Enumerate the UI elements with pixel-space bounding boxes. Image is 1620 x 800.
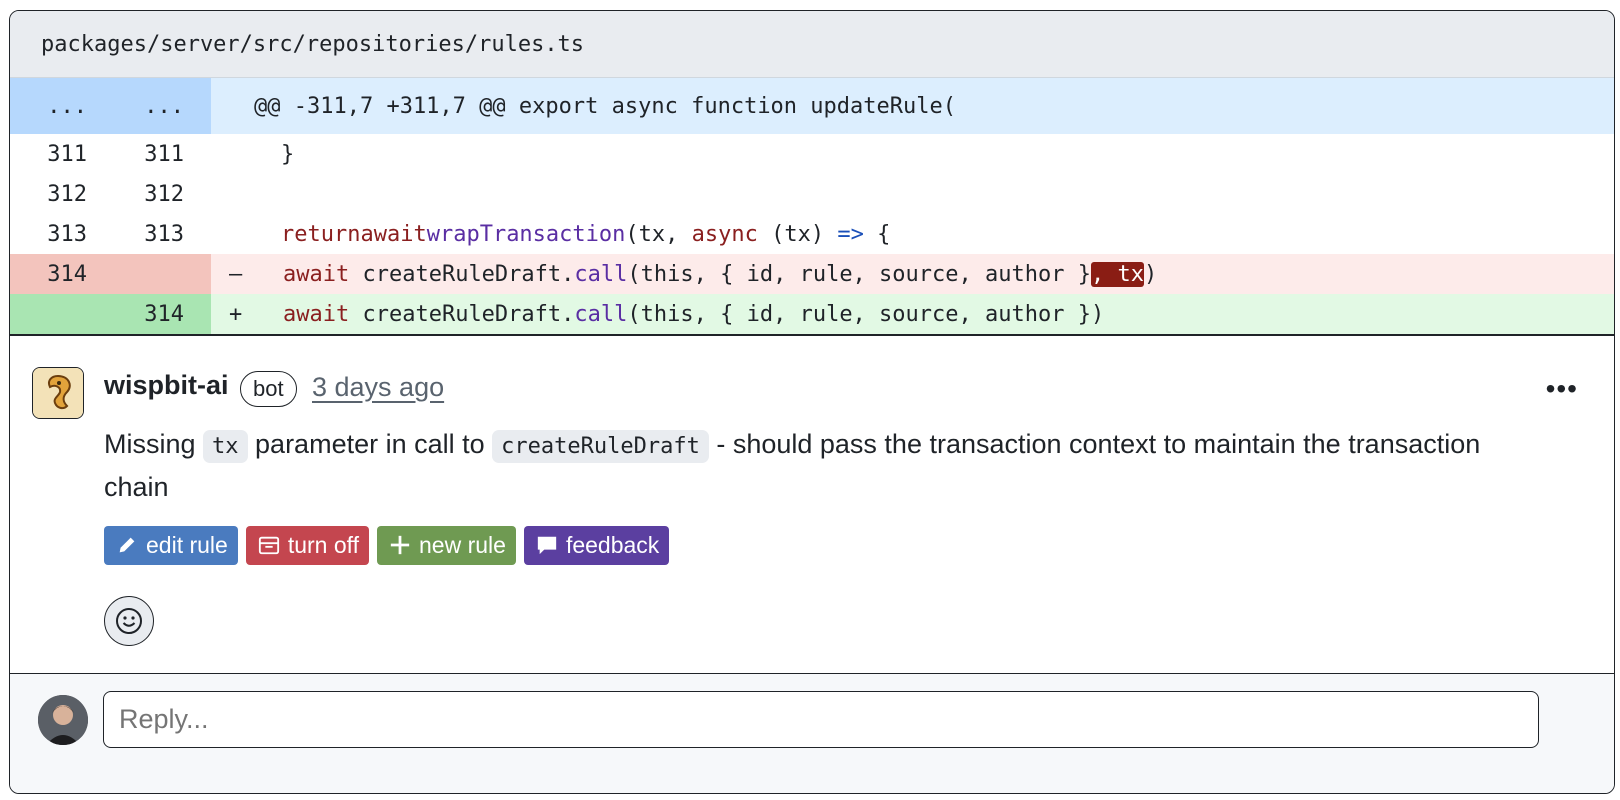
comment-actions: edit rule turn off new rule feedback [104,525,670,565]
hunk-expand-new[interactable]: ... [87,94,184,119]
edit-rule-button[interactable]: edit rule [104,525,238,565]
turn-off-button[interactable]: turn off [245,525,370,565]
feedback-button[interactable]: feedback [523,525,670,565]
diff-view: ... ... @@ -311,7 +311,7 @@ export async… [10,78,1614,334]
comment-body: Missing tx parameter in call to createRu… [104,428,1481,502]
comment-timestamp[interactable]: 3 days ago [312,372,444,403]
removed-token-highlight: , tx [1090,261,1144,287]
old-line-number[interactable]: 314 [10,262,87,287]
hunk-expand-old[interactable]: ... [10,94,87,119]
bot-badge: bot [240,370,297,407]
code-line: + await createRuleDraft. call (this, { id, … [211,294,1614,334]
more-options-icon[interactable]: ••• [1546,373,1578,405]
add-reaction-button[interactable] [104,595,154,646]
reply-input[interactable] [103,691,1539,748]
new-rule-button[interactable]: new rule [377,525,516,565]
plus-icon [390,535,410,555]
hunk-header-row: ... ... @@ -311,7 +311,7 @@ export async… [10,78,1614,134]
diff-line-added: 314 + await createRuleDraft. call (this, { … [10,294,1614,334]
comment-author[interactable]: wispbit-ai [104,370,229,401]
archive-icon [258,536,279,555]
pencil-icon [119,537,135,553]
code-line: } [281,141,295,167]
hunk-gutter[interactable]: ... ... [10,78,211,134]
addition-sign: + [229,301,243,327]
hunk-header-text: @@ -311,7 +311,7 @@ export async functio… [211,78,1614,134]
file-path-header[interactable]: packages/server/src/repositories/rules.t… [10,11,1614,78]
inline-code: tx [203,429,248,463]
bot-avatar[interactable] [32,366,84,419]
review-thread: packages/server/src/repositories/rules.t… [9,10,1615,794]
person-icon [38,695,88,745]
new-line-number[interactable]: 313 [87,222,184,247]
diff-line-deleted: 314 – await createRuleDraft. call (this, { … [10,254,1614,294]
chat-bubble-icon [537,536,557,555]
user-avatar[interactable] [38,695,88,745]
octopus-icon [33,367,83,418]
old-line-number[interactable]: 313 [10,222,87,247]
file-path: packages/server/src/repositories/rules.t… [41,31,585,57]
code-line: return await wrapTransaction (tx, async (… [281,221,891,247]
reply-section [10,673,1614,793]
inline-code: createRuleDraft [492,429,709,463]
new-line-number[interactable]: 314 [87,302,184,327]
new-line-number[interactable]: 312 [87,182,184,207]
diff-line: 311 311 } [10,134,1614,174]
old-line-number[interactable]: 312 [10,182,87,207]
old-line-number[interactable]: 311 [10,142,87,167]
smiley-icon [116,607,142,634]
deletion-sign: – [229,261,243,287]
diff-line: 312 312 [10,174,1614,214]
code-line: – await createRuleDraft. call (this, { id, … [211,254,1614,294]
review-comment: wispbit-ai bot 3 days ago ••• Missing tx… [10,336,1614,681]
diff-line: 313 313 return await wrapTransaction (tx,… [10,214,1614,254]
new-line-number[interactable]: 311 [87,142,184,167]
